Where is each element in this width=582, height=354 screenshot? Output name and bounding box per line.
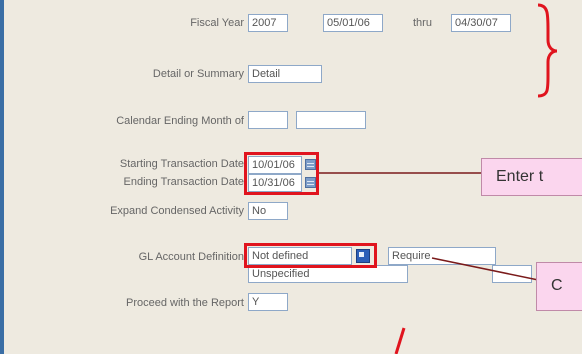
enter-dates-callout: Enter t bbox=[481, 158, 582, 196]
right-curly-brace bbox=[537, 3, 558, 98]
red-pen-stroke bbox=[394, 327, 406, 354]
choose-gl-callout: C bbox=[536, 262, 582, 311]
pointer-line-gl bbox=[431, 257, 549, 283]
